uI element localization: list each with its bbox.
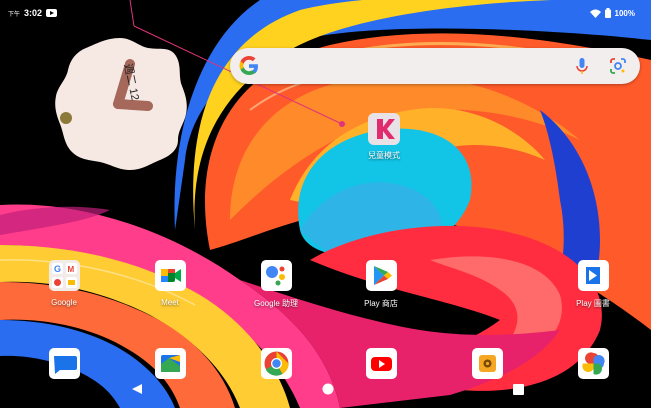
google-logo-icon bbox=[239, 56, 258, 75]
time-prefix: 下午 bbox=[8, 11, 21, 18]
second-dot bbox=[60, 112, 72, 124]
battery-icon bbox=[604, 8, 611, 18]
dock-settings-app[interactable] bbox=[452, 348, 522, 379]
files-icon bbox=[154, 348, 186, 379]
back-icon[interactable] bbox=[131, 383, 143, 395]
kids-mode-label: 兒童模式 bbox=[368, 151, 400, 160]
recents-icon[interactable] bbox=[513, 384, 524, 395]
settings-app-icon bbox=[471, 348, 503, 379]
dock-youtube[interactable] bbox=[346, 348, 416, 379]
meet-icon bbox=[154, 260, 186, 291]
youtube-icon bbox=[365, 348, 397, 379]
app-label: Play 圖書 bbox=[576, 299, 610, 308]
microphone-icon[interactable] bbox=[572, 56, 592, 76]
wifi-icon bbox=[589, 9, 601, 18]
app-label: Google bbox=[51, 298, 77, 307]
dock-photos[interactable] bbox=[558, 348, 628, 379]
app-google-folder[interactable]: G M Google bbox=[29, 260, 99, 307]
svg-text:M: M bbox=[67, 265, 74, 274]
status-bar-left: 下午 3:02 bbox=[8, 8, 58, 18]
assistant-icon bbox=[260, 260, 292, 291]
dock-files[interactable] bbox=[135, 348, 205, 379]
app-meet[interactable]: Meet bbox=[135, 260, 205, 307]
app-label: Meet bbox=[161, 298, 179, 307]
svg-text:G: G bbox=[54, 264, 61, 274]
kids-mode-icon bbox=[368, 113, 400, 145]
app-play-books[interactable]: Play 圖書 bbox=[558, 260, 628, 309]
app-play-store[interactable]: Play 商店 bbox=[346, 260, 416, 309]
chrome-icon bbox=[260, 348, 292, 379]
status-bar-right: 100% bbox=[589, 8, 635, 18]
kids-mode-app[interactable]: 兒童模式 bbox=[362, 113, 406, 161]
battery-percent: 100% bbox=[614, 8, 635, 18]
messages-icon bbox=[48, 348, 80, 379]
app-label: Google 助理 bbox=[253, 299, 299, 308]
minute-hand bbox=[113, 99, 153, 111]
youtube-notification-icon bbox=[46, 9, 58, 17]
google-folder-icon: G M bbox=[48, 260, 80, 291]
app-assistant[interactable]: Google 助理 bbox=[241, 260, 311, 309]
photos-icon bbox=[577, 348, 609, 379]
status-time: 3:02 bbox=[24, 8, 43, 18]
home-icon[interactable] bbox=[322, 383, 334, 395]
lens-icon[interactable] bbox=[608, 56, 628, 76]
play-store-icon bbox=[365, 260, 397, 291]
dock-chrome[interactable] bbox=[241, 348, 311, 379]
app-label: Play 商店 bbox=[364, 299, 398, 308]
play-books-icon bbox=[577, 260, 609, 291]
clock-widget[interactable] bbox=[52, 36, 188, 172]
dock-messages[interactable] bbox=[29, 348, 99, 379]
google-search-bar[interactable] bbox=[230, 48, 640, 84]
